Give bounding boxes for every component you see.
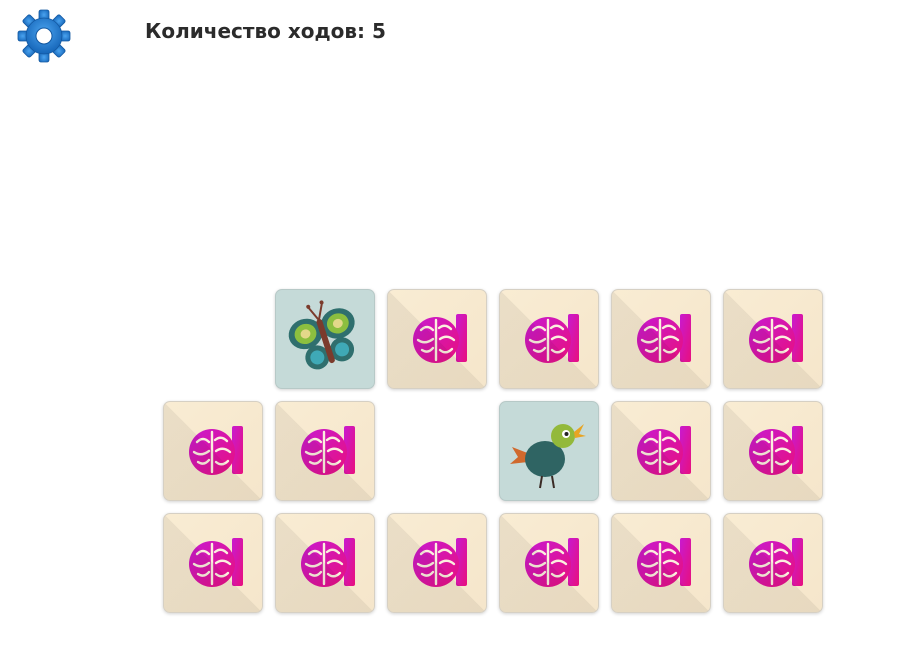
card-face-down[interactable] bbox=[499, 289, 599, 389]
brain-logo-icon bbox=[189, 538, 243, 587]
card-face-up[interactable] bbox=[275, 289, 375, 389]
card-face-down[interactable] bbox=[723, 289, 823, 389]
card-face-down[interactable] bbox=[163, 401, 263, 501]
card-face-down[interactable] bbox=[723, 513, 823, 613]
brain-logo-icon bbox=[525, 538, 579, 587]
brain-logo-icon bbox=[413, 314, 467, 363]
brain-logo-icon bbox=[637, 426, 691, 475]
brain-logo-icon bbox=[637, 314, 691, 363]
card-face-down[interactable] bbox=[387, 289, 487, 389]
card-face-down[interactable] bbox=[611, 401, 711, 501]
brain-logo-icon bbox=[413, 538, 467, 587]
gear-icon bbox=[17, 9, 71, 63]
settings-button[interactable] bbox=[16, 8, 72, 64]
card-face-down[interactable] bbox=[611, 289, 711, 389]
card-face-down[interactable] bbox=[387, 513, 487, 613]
bird-icon bbox=[510, 424, 586, 489]
card-face-down[interactable] bbox=[275, 401, 375, 501]
card-face-up[interactable] bbox=[499, 401, 599, 501]
card-board bbox=[163, 289, 825, 615]
brain-logo-icon bbox=[749, 314, 803, 363]
brain-logo-icon bbox=[749, 538, 803, 587]
moves-counter: Количество ходов: 5 bbox=[145, 19, 386, 43]
card-face-down[interactable] bbox=[499, 513, 599, 613]
brain-logo-icon bbox=[301, 538, 355, 587]
brain-logo-icon bbox=[525, 314, 579, 363]
card-face-down[interactable] bbox=[723, 401, 823, 501]
brain-logo-icon bbox=[637, 538, 691, 587]
brain-logo-icon bbox=[189, 426, 243, 475]
card-face-down[interactable] bbox=[275, 513, 375, 613]
brain-logo-icon bbox=[301, 426, 355, 475]
brain-logo-icon bbox=[749, 426, 803, 475]
card-face-down[interactable] bbox=[611, 513, 711, 613]
card-face-down[interactable] bbox=[163, 513, 263, 613]
butterfly-icon bbox=[288, 300, 355, 370]
game-page: Количество ходов: 5 bbox=[0, 0, 913, 657]
